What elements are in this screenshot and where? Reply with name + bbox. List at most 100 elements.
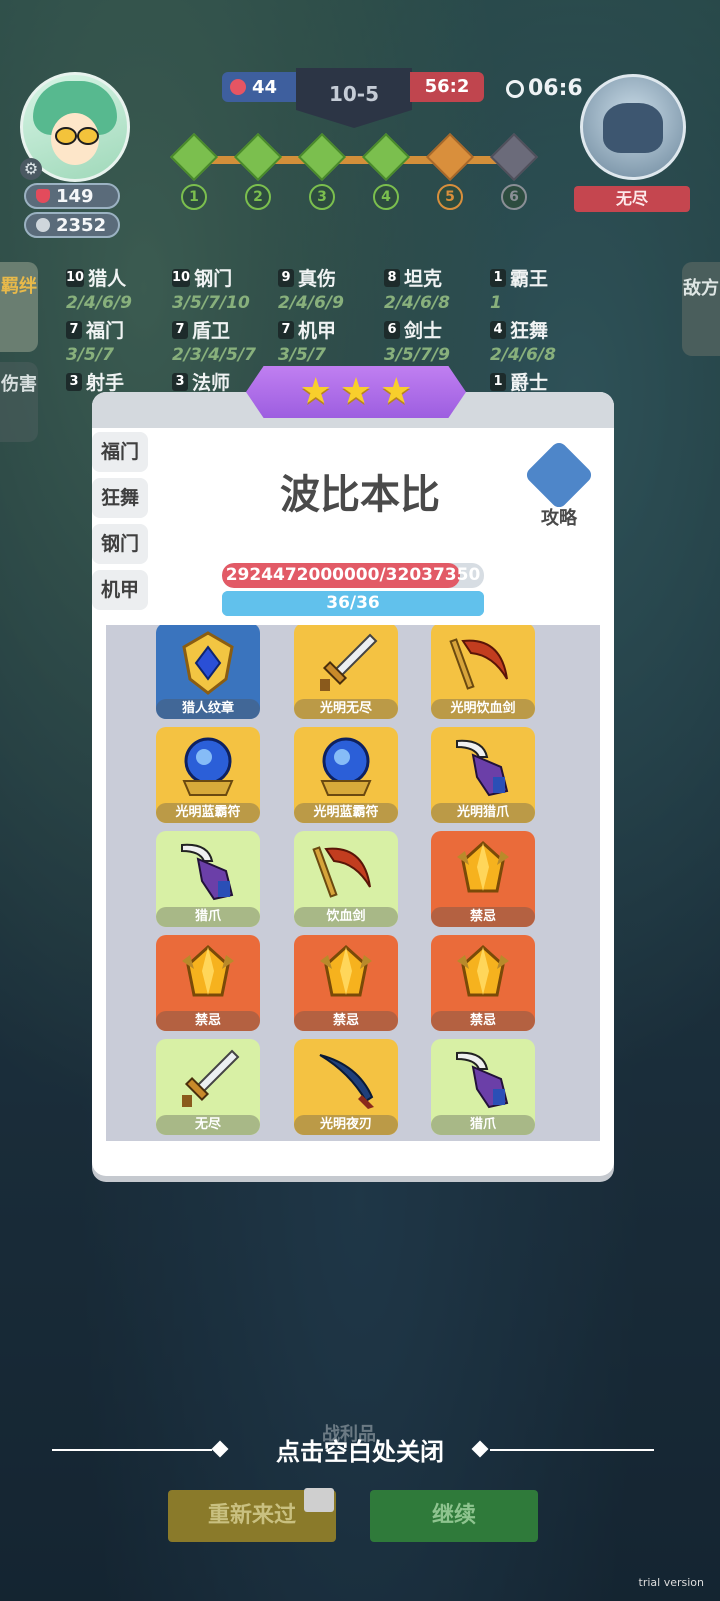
synergy-item[interactable]: 4 狂舞 2/4/6/8: [490, 316, 596, 368]
synergy-head: 7 盾卫: [172, 316, 278, 343]
player-team-icon: [230, 79, 246, 95]
synergy-count: 10: [66, 268, 85, 287]
item-card[interactable]: 禁忌: [294, 935, 398, 1031]
synergy-tiers: 1: [490, 293, 502, 313]
item-card[interactable]: 禁忌: [431, 831, 535, 927]
hp-pill: 149: [24, 183, 120, 209]
synergy-item[interactable]: 6 剑士 3/5/7/9: [384, 316, 490, 368]
player-score: 44: [222, 72, 298, 102]
stage-node: 2: [233, 132, 283, 210]
item-card[interactable]: 饮血剑: [294, 831, 398, 927]
synergy-item[interactable]: 10 猎人 2/4/6/9: [66, 264, 172, 316]
synergy-count: 7: [66, 320, 82, 339]
filter-item[interactable]: 福门: [92, 432, 148, 472]
item-card[interactable]: 光明蓝霸符: [294, 727, 398, 823]
item-card[interactable]: 光明猎爪: [431, 727, 535, 823]
item-name: 光明无尽: [294, 699, 398, 719]
coin-icon: [36, 218, 50, 232]
synergy-head: 6 剑士: [384, 316, 490, 343]
synergy-name: 福门: [86, 320, 125, 342]
energy-bar: 36/36: [222, 591, 484, 616]
claw-icon: [174, 837, 242, 905]
graduation-cap-icon: [523, 439, 595, 511]
star-icon: ★: [299, 371, 332, 412]
enemy-beast-art: [603, 103, 663, 153]
synergy-item[interactable]: 8 坦克 2/4/6/8: [384, 264, 490, 316]
item-card[interactable]: 猎爪: [431, 1039, 535, 1135]
hp-value: 149: [56, 185, 94, 207]
synergy-count: 1: [490, 372, 506, 391]
round-timer: 06:6: [506, 76, 583, 101]
item-name: 饮血剑: [294, 907, 398, 927]
synergy-count: 7: [278, 320, 294, 339]
synergy-row: 7 福门 3/5/7 7 盾卫 2/3/4/5/7 7 机甲 3/5/7 6 剑士 3/5/7/9 4 狂…: [66, 316, 606, 368]
enemy-score-value: 56:2: [424, 76, 470, 97]
item-card[interactable]: 无尽: [156, 1039, 260, 1135]
item-name: 禁忌: [294, 1011, 398, 1031]
item-card[interactable]: 禁忌: [431, 935, 535, 1031]
synergy-head: 10 猎人: [66, 264, 172, 291]
synergy-item[interactable]: 7 机甲 3/5/7: [278, 316, 384, 368]
synergy-name: 剑士: [404, 320, 443, 342]
item-card[interactable]: 光明饮血剑: [431, 625, 535, 719]
synergy-name: 法师: [192, 372, 231, 394]
synergy-tiers: 3/5/7: [278, 345, 326, 365]
item-card[interactable]: 猎爪: [156, 831, 260, 927]
tab-damage[interactable]: 伤害: [0, 362, 38, 442]
filter-item[interactable]: 狂舞: [92, 478, 148, 518]
synergy-name: 狂舞: [510, 320, 549, 342]
star-banner: ★ ★ ★: [246, 366, 466, 418]
stage-node: 1: [169, 132, 219, 210]
stage-number: 4: [373, 184, 399, 210]
filter-item[interactable]: 钢门: [92, 524, 148, 564]
round-value: 10-5: [328, 82, 380, 106]
tab-bond[interactable]: 羁绊: [0, 262, 38, 352]
synergy-name: 射手: [86, 372, 125, 394]
crystal-icon: [174, 941, 242, 1009]
filter-item[interactable]: 机甲: [92, 570, 148, 610]
claw-icon: [449, 1045, 517, 1113]
item-card[interactable]: 光明蓝霸符: [156, 727, 260, 823]
clock-icon: [506, 79, 524, 98]
item-grid[interactable]: 猎人纹章 光明无尽 光明饮血剑 光明蓝霸符 光明蓝霸符 光明猎爪 猎爪 饮血剑 禁忌 禁忌 禁忌 禁忌…: [106, 625, 600, 1141]
orb-icon: [174, 733, 242, 801]
synergy-head: 9 真伤: [278, 264, 384, 291]
synergy-count: 8: [384, 268, 400, 287]
item-card[interactable]: 猎人纹章: [156, 625, 260, 719]
sword-icon: [312, 629, 380, 697]
synergy-item[interactable]: 1 霸王 1: [490, 264, 596, 316]
stage-diamond-icon: [233, 132, 283, 182]
enemy-avatar[interactable]: [580, 74, 686, 180]
synergy-head: 7 机甲: [278, 316, 384, 343]
item-card[interactable]: 禁忌: [156, 935, 260, 1031]
synergy-count: 3: [172, 372, 188, 391]
synergy-count: 7: [172, 320, 188, 339]
stage-number: 6: [501, 184, 527, 210]
synergy-head: 4 狂舞: [490, 316, 596, 343]
guide-label: 攻略: [541, 508, 577, 529]
synergy-item[interactable]: 9 真伤 2/4/6/9: [278, 264, 384, 316]
trial-watermark: trial version: [638, 1576, 704, 1589]
stage-node-boss: 6: [489, 132, 539, 210]
tab-enemy[interactable]: 敌方: [682, 262, 720, 356]
item-name: 光明猎爪: [431, 803, 535, 823]
item-name: 禁忌: [156, 1011, 260, 1031]
synergy-count: 6: [384, 320, 400, 339]
synergy-item[interactable]: 10 钢门 3/5/7/10: [172, 264, 278, 316]
stage-diamond-icon: [169, 132, 219, 182]
item-card[interactable]: 光明无尽: [294, 625, 398, 719]
sword-icon: [174, 1045, 242, 1113]
gear-icon[interactable]: ⚙: [20, 158, 42, 180]
item-name: 光明饮血剑: [431, 699, 535, 719]
stage-progress: 1 2 3 4 5 6: [169, 132, 539, 210]
enemy-score: 56:2: [410, 72, 484, 102]
item-name: 禁忌: [431, 1011, 535, 1031]
item-card[interactable]: 光明夜刃: [294, 1039, 398, 1135]
hp-bar: 2924472000000/32037350: [222, 563, 484, 588]
synergy-item[interactable]: 7 福门 3/5/7: [66, 316, 172, 368]
synergy-item[interactable]: 7 盾卫 2/3/4/5/7: [172, 316, 278, 368]
video-icon: [304, 1488, 334, 1512]
synergy-tiers: 2/4/6/8: [384, 293, 450, 313]
continue-button[interactable]: 继续: [370, 1490, 538, 1542]
guide-button[interactable]: 攻略: [523, 439, 595, 530]
